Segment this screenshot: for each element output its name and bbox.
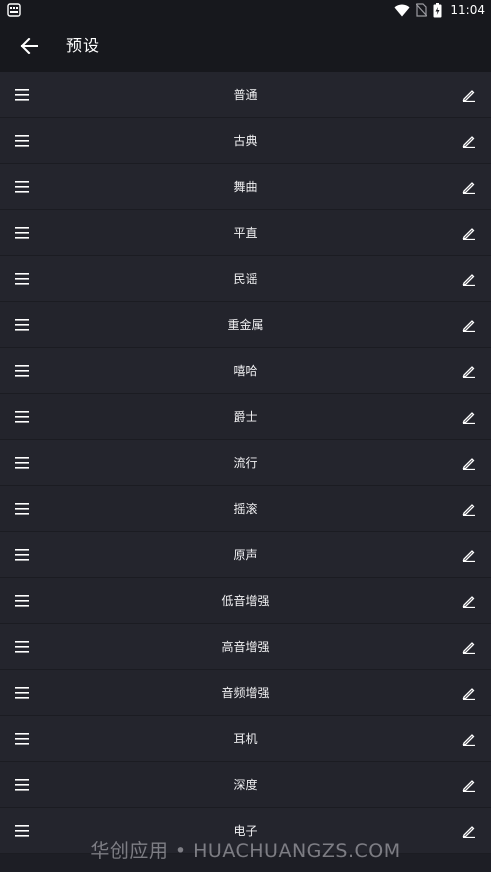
edit-pencil-icon[interactable]	[459, 85, 479, 105]
preset-row[interactable]: 流行	[0, 440, 491, 486]
battery-icon	[433, 2, 442, 17]
edit-pencil-icon[interactable]	[459, 407, 479, 427]
preset-row[interactable]: 低音增强	[0, 578, 491, 624]
edit-pencil-icon[interactable]	[459, 223, 479, 243]
drag-handle-icon[interactable]	[13, 547, 33, 563]
preset-name: 舞曲	[233, 180, 258, 194]
edit-pencil-icon[interactable]	[459, 315, 479, 335]
preset-name: 音频增强	[221, 686, 270, 700]
edit-pencil-icon[interactable]	[459, 729, 479, 749]
edit-pencil-icon[interactable]	[459, 591, 479, 611]
preset-name: 平直	[233, 226, 258, 240]
back-button[interactable]	[14, 32, 44, 60]
status-time: 11:04	[450, 3, 485, 17]
drag-handle-icon[interactable]	[13, 685, 33, 701]
status-bar: 11:04	[0, 0, 491, 20]
drag-handle-icon[interactable]	[13, 501, 33, 517]
edit-pencil-icon[interactable]	[459, 637, 479, 657]
status-icons: 11:04	[394, 2, 485, 18]
app-bar: 预设	[0, 20, 491, 72]
drag-handle-icon[interactable]	[13, 823, 33, 839]
preset-row[interactable]: 高音增强	[0, 624, 491, 670]
drag-handle-icon[interactable]	[13, 409, 33, 425]
preset-row[interactable]: 音频增强	[0, 670, 491, 716]
edit-pencil-icon[interactable]	[459, 177, 479, 197]
preset-list: 普通古典舞曲平直民谣重金属嘻哈爵士流行摇滚原声低音增强高音增强音频增强耳机深度电…	[0, 72, 491, 854]
edit-pencil-icon[interactable]	[459, 131, 479, 151]
preset-name: 摇滚	[233, 502, 258, 516]
preset-name: 高音增强	[221, 640, 270, 654]
preset-name: 低音增强	[221, 594, 270, 608]
notification-app-icon	[7, 3, 21, 17]
edit-pencil-icon[interactable]	[459, 775, 479, 795]
preset-row[interactable]: 嘻哈	[0, 348, 491, 394]
drag-handle-icon[interactable]	[13, 133, 33, 149]
preset-name: 爵士	[233, 410, 258, 424]
edit-pencil-icon[interactable]	[459, 453, 479, 473]
edit-pencil-icon[interactable]	[459, 499, 479, 519]
drag-handle-icon[interactable]	[13, 777, 33, 793]
preset-name: 电子	[233, 824, 258, 838]
edit-pencil-icon[interactable]	[459, 545, 479, 565]
drag-handle-icon[interactable]	[13, 317, 33, 333]
drag-handle-icon[interactable]	[13, 731, 33, 747]
wifi-icon	[394, 4, 410, 16]
preset-row[interactable]: 平直	[0, 210, 491, 256]
preset-row[interactable]: 民谣	[0, 256, 491, 302]
preset-name: 嘻哈	[233, 364, 258, 378]
drag-handle-icon[interactable]	[13, 179, 33, 195]
preset-row[interactable]: 深度	[0, 762, 491, 808]
edit-pencil-icon[interactable]	[459, 269, 479, 289]
drag-handle-icon[interactable]	[13, 455, 33, 471]
preset-row[interactable]: 摇滚	[0, 486, 491, 532]
preset-row[interactable]: 普通	[0, 72, 491, 118]
preset-row[interactable]: 舞曲	[0, 164, 491, 210]
preset-name: 原声	[233, 548, 258, 562]
preset-row[interactable]: 原声	[0, 532, 491, 578]
preset-row[interactable]: 电子	[0, 808, 491, 854]
drag-handle-icon[interactable]	[13, 363, 33, 379]
preset-name: 民谣	[233, 272, 258, 286]
preset-row[interactable]: 耳机	[0, 716, 491, 762]
preset-name: 深度	[233, 778, 258, 792]
drag-handle-icon[interactable]	[13, 593, 33, 609]
edit-pencil-icon[interactable]	[459, 821, 479, 841]
preset-name: 古典	[233, 134, 258, 148]
preset-row[interactable]: 古典	[0, 118, 491, 164]
edit-pencil-icon[interactable]	[459, 361, 479, 381]
preset-name: 耳机	[233, 732, 258, 746]
preset-row[interactable]: 爵士	[0, 394, 491, 440]
drag-handle-icon[interactable]	[13, 225, 33, 241]
no-sim-icon	[416, 3, 428, 17]
preset-row[interactable]: 重金属	[0, 302, 491, 348]
preset-name: 普通	[233, 88, 258, 102]
preset-name: 重金属	[227, 318, 264, 332]
drag-handle-icon[interactable]	[13, 87, 33, 103]
arrow-left-icon	[20, 38, 38, 54]
drag-handle-icon[interactable]	[13, 271, 33, 287]
edit-pencil-icon[interactable]	[459, 683, 479, 703]
drag-handle-icon[interactable]	[13, 639, 33, 655]
preset-name: 流行	[233, 456, 258, 470]
page-title: 预设	[66, 36, 101, 55]
